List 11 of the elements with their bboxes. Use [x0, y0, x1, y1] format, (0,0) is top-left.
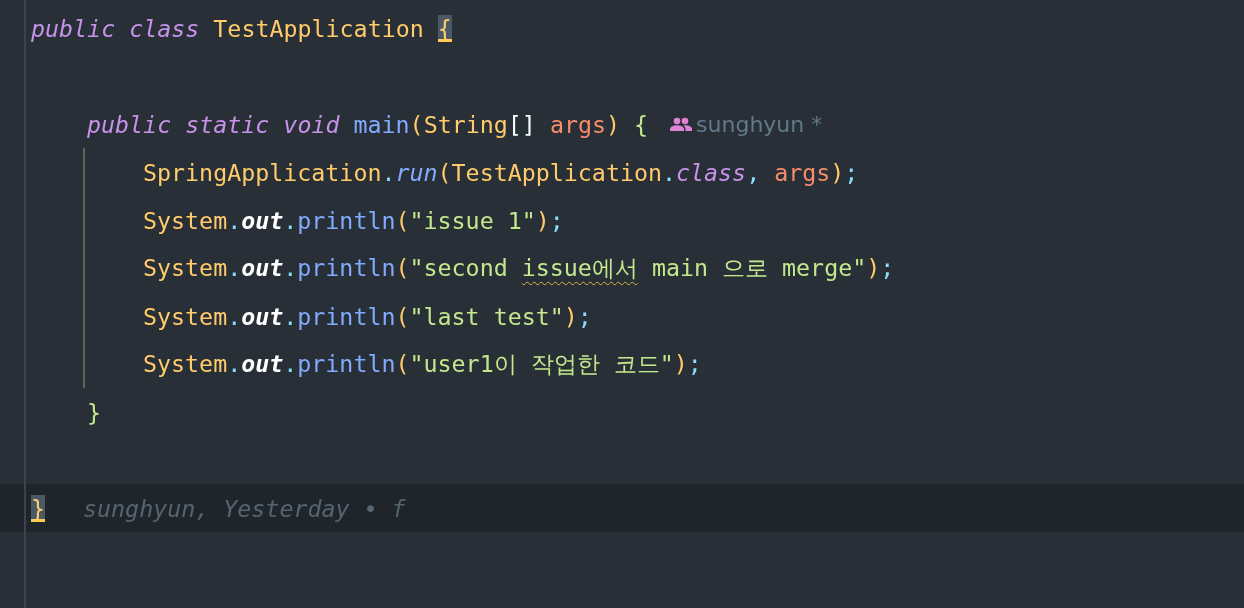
code-line: System.out.println("user1이 작업한 코드");	[143, 348, 702, 379]
code-line: System.out.println("second issue에서 main 으로 merge");	[143, 252, 895, 283]
code-line: public static void main(String[] args) {	[87, 110, 649, 138]
code-line: SpringApplication.run(TestApplication.class, args);	[143, 158, 859, 186]
code-line: System.out.println("issue 1");	[143, 206, 564, 234]
code-line: }	[87, 398, 102, 426]
people-icon	[670, 117, 693, 131]
code-line: public class TestApplication {	[31, 14, 452, 42]
blame-annotation: sunghyun, Yesterday • f	[83, 494, 406, 522]
author-hint[interactable]: sunghyun *	[696, 111, 823, 137]
code-line: System.out.println("last test");	[143, 302, 592, 330]
